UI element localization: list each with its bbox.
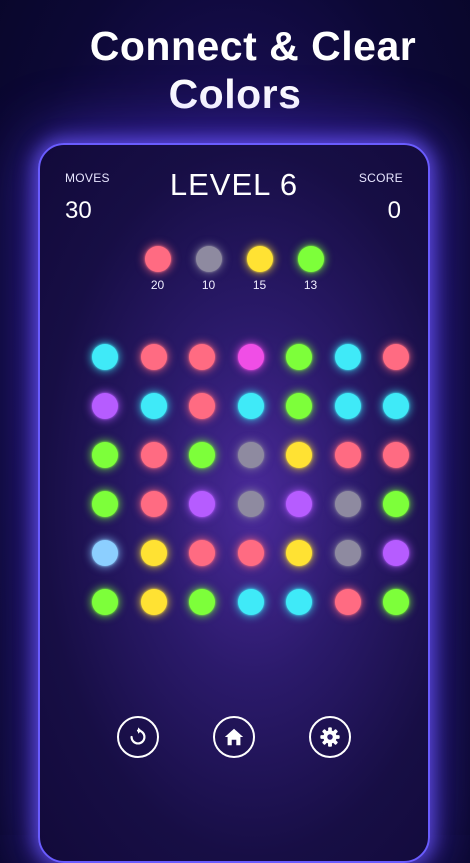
board-dot-pink[interactable] — [140, 491, 167, 517]
board-dot-purple[interactable] — [92, 393, 118, 419]
board-dot-gray[interactable] — [334, 491, 361, 517]
board-dot-pink[interactable] — [189, 344, 215, 370]
board-dot-green[interactable] — [286, 344, 312, 370]
goal-count: 13 — [303, 278, 318, 292]
goal-green: 13 — [297, 246, 324, 292]
board-dot-green[interactable] — [189, 442, 215, 468]
board-dot-yellow[interactable] — [286, 442, 312, 468]
board-dot-pink[interactable] — [237, 540, 264, 566]
board-dot-green[interactable] — [92, 442, 118, 468]
board-dot-magenta[interactable] — [237, 344, 264, 370]
board-dot-gray[interactable] — [237, 442, 264, 468]
board-dot-yellow[interactable] — [140, 540, 167, 566]
board-dot-green[interactable] — [383, 589, 409, 615]
board-dot-gray[interactable] — [334, 540, 361, 566]
undo-icon — [130, 727, 146, 745]
goal-dot — [297, 246, 324, 272]
board-dot-pink[interactable] — [189, 393, 215, 419]
board-dot-cyan[interactable] — [334, 344, 361, 370]
board-dot-cyan[interactable] — [383, 393, 409, 419]
goal-yellow: 15 — [246, 246, 273, 292]
headline: Connect & Clear Colors — [0, 22, 470, 118]
board-dot-lightblue[interactable] — [92, 540, 118, 566]
board-dot-purple[interactable] — [383, 540, 409, 566]
bottom-controls — [40, 716, 428, 758]
goal-dot — [195, 246, 222, 272]
board-dot-cyan[interactable] — [237, 393, 264, 419]
board-dot-pink[interactable] — [334, 442, 361, 468]
board-dot-pink[interactable] — [140, 442, 167, 468]
board-dot-green[interactable] — [286, 393, 312, 419]
board-dot-gray[interactable] — [237, 491, 264, 517]
phone-frame: MOVES 30 LEVEL 6 SCORE 0 20 10 15 13 — [38, 143, 430, 863]
goal-pink: 20 — [144, 246, 171, 292]
goal-dot — [144, 246, 171, 272]
score-value: 0 — [387, 197, 401, 224]
board-dot-cyan[interactable] — [334, 393, 361, 419]
undo-button[interactable] — [117, 716, 159, 758]
board-dot-green[interactable] — [92, 589, 118, 615]
board-dot-yellow[interactable] — [286, 540, 312, 566]
score-label: SCORE — [358, 171, 403, 185]
board-dot-green[interactable] — [383, 491, 409, 517]
home-icon — [224, 728, 244, 746]
board-dot-green[interactable] — [92, 491, 118, 517]
board-dot-pink[interactable] — [189, 540, 215, 566]
board-dot-yellow[interactable] — [140, 589, 167, 615]
board-dot-purple[interactable] — [189, 491, 215, 517]
headline-line-1: Connect & Clear — [89, 23, 417, 69]
board-dot-pink[interactable] — [383, 344, 409, 370]
board-dot-cyan[interactable] — [237, 589, 264, 615]
goal-gray: 10 — [195, 246, 222, 292]
goal-count: 15 — [252, 278, 267, 292]
goal-count: 20 — [150, 278, 165, 292]
board-dot-purple[interactable] — [286, 491, 312, 517]
goal-count: 10 — [201, 278, 216, 292]
board-dot-cyan[interactable] — [140, 393, 167, 419]
board-dot-pink[interactable] — [140, 344, 167, 370]
gear-icon — [320, 727, 340, 747]
settings-button[interactable] — [309, 716, 351, 758]
goal-dot — [246, 246, 273, 272]
board-dot-cyan[interactable] — [92, 344, 118, 370]
color-goals: 20 10 15 13 — [40, 246, 428, 292]
board-dot-green[interactable] — [189, 589, 215, 615]
board-dot-pink[interactable] — [383, 442, 409, 468]
board-dot-pink[interactable] — [334, 589, 361, 615]
home-button[interactable] — [213, 716, 255, 758]
headline-line-2: Colors — [168, 71, 302, 117]
board-dot-cyan[interactable] — [286, 589, 312, 615]
